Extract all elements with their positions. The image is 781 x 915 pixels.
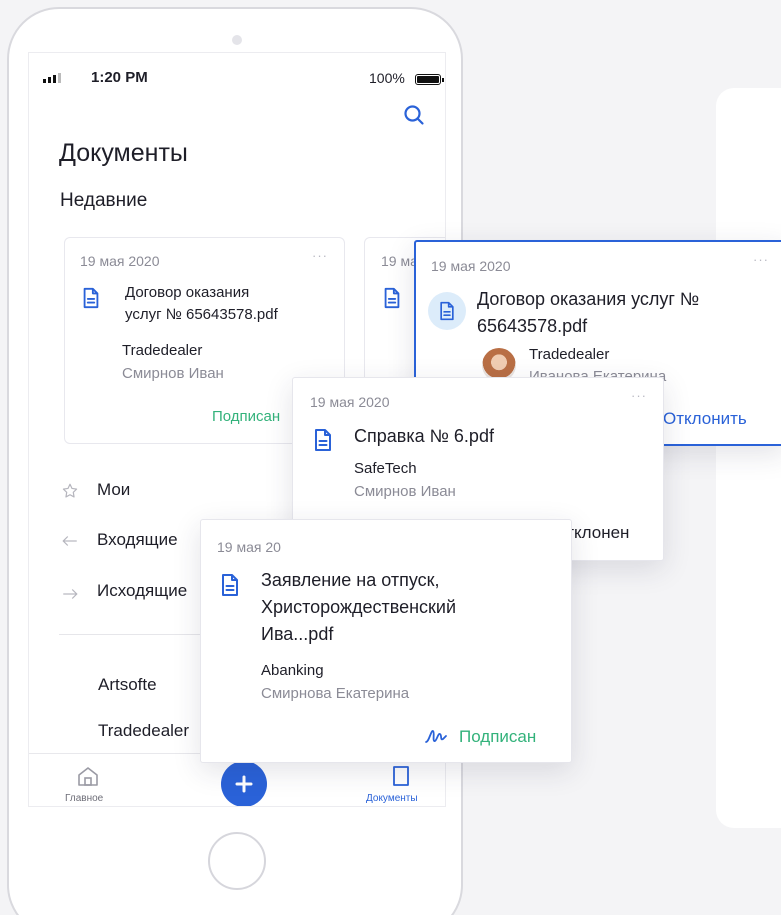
- card-date: 19 мая 20: [217, 539, 281, 555]
- page-title: Документы: [59, 139, 188, 167]
- status-bar: 1:20 PM 100%: [29, 67, 445, 89]
- company-item[interactable]: Artsofte: [98, 675, 157, 695]
- plus-icon: [235, 775, 253, 793]
- tab-documents[interactable]: Документы: [366, 793, 418, 804]
- more-options-icon[interactable]: ···: [753, 252, 769, 267]
- status-time: 1:20 PM: [91, 69, 148, 86]
- company-name: Abanking: [261, 662, 324, 679]
- company-name: Tradedealer: [529, 346, 610, 363]
- card-date: 19 мая 2020: [431, 258, 511, 274]
- add-document-button[interactable]: [221, 761, 267, 806]
- document-icon: [384, 287, 400, 309]
- home-button[interactable]: [208, 832, 266, 890]
- file-name-line2: 65643578.pdf: [477, 316, 588, 336]
- arrow-right-icon: [63, 589, 78, 599]
- reject-button[interactable]: Отклонить: [663, 409, 747, 429]
- status-signed: Подписан: [459, 727, 537, 746]
- company-item[interactable]: Tradedealer: [98, 721, 189, 741]
- person-name: Смирнов Иван: [122, 365, 224, 382]
- document-icon: [440, 301, 454, 321]
- file-name: Справка № 6.pdf: [354, 426, 494, 446]
- background-panel: [716, 88, 781, 828]
- section-title: Недавние: [60, 190, 148, 211]
- file-name-line1: Заявление на отпуск,: [261, 570, 440, 590]
- vacation-document-popup[interactable]: 19 мая 20 Заявление на отпуск, Христорож…: [200, 519, 572, 763]
- home-icon[interactable]: [76, 764, 100, 788]
- signature-icon: [425, 730, 447, 743]
- tab-home[interactable]: Главное: [65, 793, 103, 804]
- more-options-icon[interactable]: ···: [312, 248, 328, 263]
- arrow-left-icon: [62, 536, 77, 546]
- documents-tab-icon[interactable]: [389, 764, 413, 788]
- file-name-line1: Договор оказания услуг №: [477, 289, 700, 309]
- person-name: Смирнова Екатерина: [261, 685, 410, 702]
- document-icon: [315, 429, 331, 451]
- nav-label: Исходящие: [97, 581, 188, 600]
- signal-icon: [43, 73, 61, 83]
- company-name: Tradedealer: [122, 342, 203, 359]
- document-icon-badge: [428, 292, 466, 330]
- more-options-icon[interactable]: ···: [631, 388, 647, 403]
- nav-label: Входящие: [97, 530, 178, 549]
- battery-icon: [415, 74, 444, 85]
- battery-percent: 100%: [369, 70, 405, 86]
- company-name: SafeTech: [354, 460, 417, 477]
- status-signed: Подписан: [212, 408, 281, 425]
- person-name: Смирнов Иван: [354, 483, 456, 500]
- card-date: 19 мая 2020: [310, 394, 390, 410]
- star-icon: [62, 483, 78, 498]
- camera: [232, 35, 242, 45]
- search-icon[interactable]: [402, 103, 426, 127]
- card-date: 19 ма: [381, 253, 418, 269]
- nav-label: Мои: [97, 480, 131, 499]
- file-name-line2: Христорождественский: [261, 597, 457, 617]
- document-icon: [83, 287, 99, 309]
- file-name-line3: Ива...pdf: [261, 624, 334, 644]
- card-date: 19 мая 2020: [80, 253, 160, 269]
- file-name-line2: услуг № 65643578.pdf: [125, 306, 278, 323]
- document-icon: [222, 574, 238, 596]
- file-name-line1: Договор оказания: [125, 284, 250, 301]
